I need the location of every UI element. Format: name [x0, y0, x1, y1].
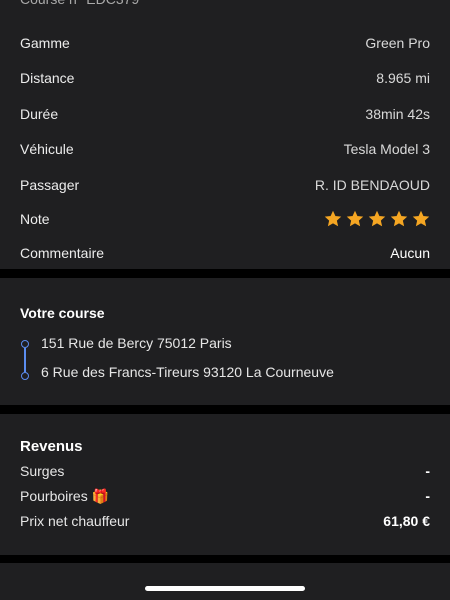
pickup-address: 151 Rue de Bercy 75012 Paris [41, 335, 232, 351]
route-title: Votre course [20, 305, 105, 321]
detail-value: R. ID BENDAOUD [314, 177, 430, 193]
detail-value: Aucun [390, 245, 430, 261]
gift-icon: 🎁 [91, 487, 110, 504]
detail-label: Gamme [20, 35, 70, 51]
detail-value: Green Pro [365, 35, 430, 51]
detail-value: 38min 42s [365, 106, 430, 122]
detail-row-note: Note [20, 209, 430, 229]
revenue-value: - [425, 488, 430, 504]
detail-label: Commentaire [20, 245, 105, 261]
route-line [24, 348, 26, 372]
revenue-value: - [425, 463, 430, 479]
ride-details-card: Course n° EDC379 Gamme Green Pro Distanc… [0, 0, 450, 269]
detail-label: Distance [20, 70, 75, 86]
revenue-row-net-price: Prix net chauffeur 61,80 € [20, 512, 430, 530]
star-icon [390, 210, 408, 227]
revenue-value: 61,80 € [383, 513, 430, 529]
star-icon [324, 210, 342, 227]
detail-value: 8.965 mi [376, 70, 430, 86]
revenue-label: Prix net chauffeur [20, 513, 130, 529]
course-id: Course n° EDC379 [20, 0, 139, 7]
home-indicator[interactable] [145, 586, 305, 591]
detail-row-vehicule: Véhicule Tesla Model 3 [20, 139, 430, 159]
screen: Course n° EDC379 Gamme Green Pro Distanc… [0, 0, 450, 600]
revenue-label: Surges [20, 463, 65, 479]
revenue-label: Pourboires [20, 487, 88, 504]
detail-row-passager: Passager R. ID BENDAOUD [20, 175, 430, 195]
detail-label: Note [20, 211, 50, 227]
detail-label: Durée [20, 106, 59, 122]
detail-row-duree: Durée 38min 42s [20, 104, 430, 124]
dropoff-address: 6 Rue des Francs-Tireurs 93120 La Courne… [41, 364, 334, 380]
revenue-row-surges: Surges - [20, 462, 430, 480]
revenue-row-pourboires: Pourboires 🎁 - [20, 487, 430, 505]
dropoff-dot-icon [21, 372, 29, 380]
detail-row-commentaire: Commentaire Aucun [20, 243, 430, 263]
route-card: Votre course 151 Rue de Bercy 75012 Pari… [0, 278, 450, 405]
revenue-card: Revenus Surges - Pourboires 🎁 - Prix net … [0, 414, 450, 555]
revenue-title: Revenus [20, 438, 83, 455]
detail-label: Véhicule [20, 141, 74, 157]
detail-row-gamme: Gamme Green Pro [20, 33, 430, 53]
detail-value: Tesla Model 3 [343, 141, 430, 157]
route-timeline [21, 340, 31, 380]
detail-label: Passager [20, 177, 80, 193]
next-card [0, 563, 450, 600]
detail-row-distance: Distance 8.965 mi [20, 68, 430, 88]
star-icon [412, 210, 430, 227]
star-rating [324, 210, 430, 228]
pickup-dot-icon [21, 340, 29, 348]
revenue-label-wrap: Pourboires 🎁 [20, 488, 109, 505]
star-icon [346, 210, 364, 227]
star-icon [368, 210, 386, 227]
